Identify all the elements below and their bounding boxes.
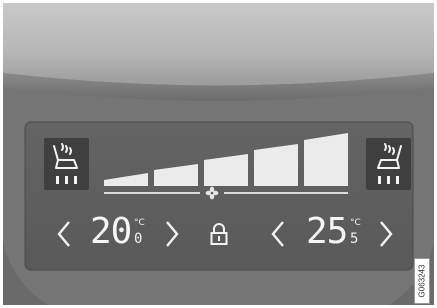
- driver-temp-unit: °C: [134, 218, 145, 228]
- seat-heat-left-button[interactable]: [44, 138, 89, 190]
- fan-bar-4[interactable]: [254, 144, 298, 186]
- fan-line-left: [104, 192, 200, 194]
- driver-temp-decimal: 0: [134, 231, 143, 247]
- figure-code-label: G063243: [414, 258, 430, 304]
- heated-seat-icon: [53, 143, 78, 184]
- lock-icon[interactable]: [210, 222, 228, 246]
- fan-bar-3[interactable]: [204, 154, 248, 186]
- fan-line-right: [224, 192, 348, 194]
- driver-temp-down-button[interactable]: [56, 220, 72, 248]
- fan-icon[interactable]: [205, 186, 219, 200]
- fan-bar-1[interactable]: [104, 173, 148, 186]
- heated-seat-icon: [377, 143, 402, 184]
- driver-temp-integer: 20: [90, 211, 132, 252]
- figure-frame: 20 °C 0 25 °C 5 G063243: [0, 0, 437, 308]
- seat-heat-right-button[interactable]: [366, 138, 411, 190]
- fan-level-graphic: [104, 133, 348, 186]
- passenger-temp-up-button[interactable]: [378, 220, 394, 248]
- climate-display: 20 °C 0 25 °C 5: [0, 0, 437, 308]
- figure-code-text: G063243: [417, 264, 427, 298]
- fan-bar-2[interactable]: [154, 164, 198, 186]
- driver-temp-up-button[interactable]: [164, 220, 180, 248]
- passenger-temp-down-button[interactable]: [270, 220, 286, 248]
- fan-bar-5[interactable]: [304, 133, 348, 186]
- passenger-temp-unit: °C: [350, 218, 361, 228]
- passenger-temp-integer: 25: [306, 211, 348, 252]
- passenger-temp-decimal: 5: [350, 231, 359, 247]
